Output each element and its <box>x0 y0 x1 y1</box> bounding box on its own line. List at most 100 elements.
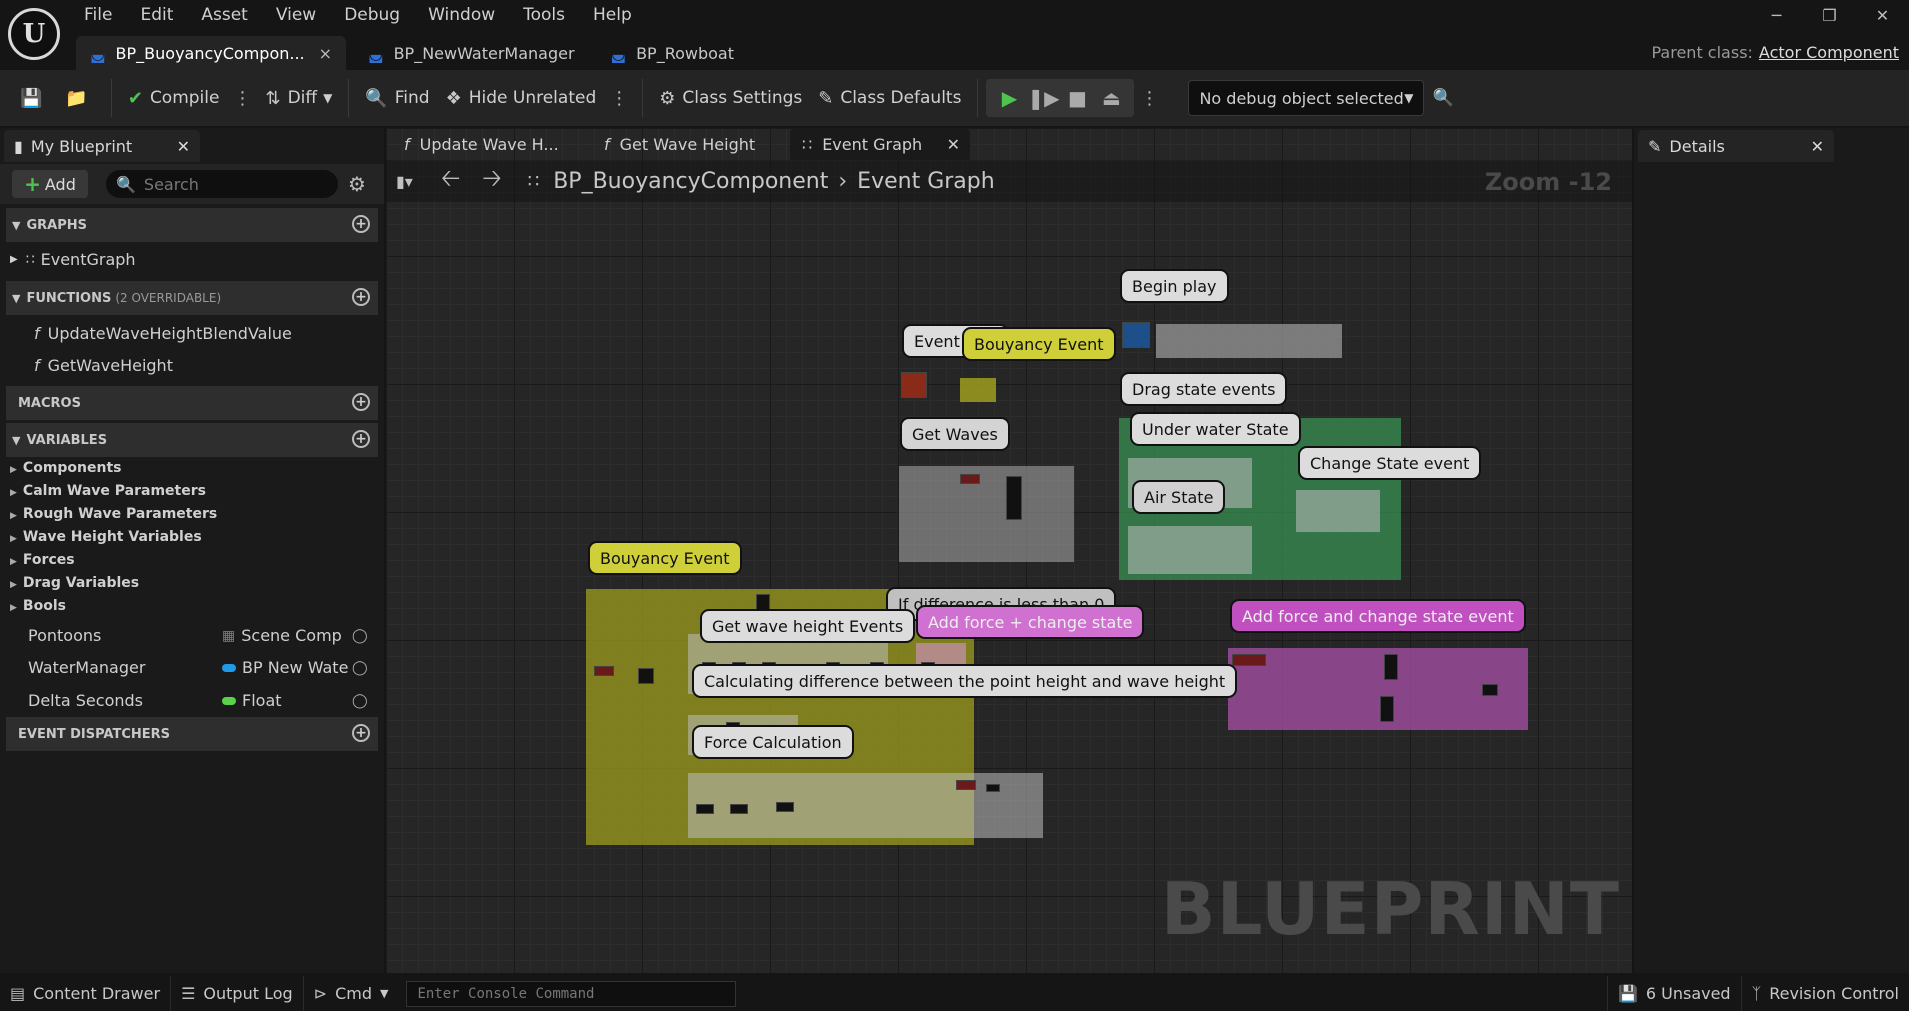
function-item[interactable]: f GetWaveHeight <box>34 356 173 375</box>
add-dispatcher-icon[interactable]: + <box>352 724 370 742</box>
section-variables[interactable]: ▼ VARIABLES + <box>6 423 378 457</box>
graph-node[interactable] <box>730 804 748 814</box>
forward-arrow-icon[interactable]: 🡢 <box>482 161 501 202</box>
bookmark-icon[interactable]: ▮▾ <box>396 172 413 191</box>
add-macro-icon[interactable]: + <box>352 393 370 411</box>
content-drawer-button[interactable]: ▤ Content Drawer <box>0 976 172 1011</box>
visibility-eye-icon[interactable]: ◯ <box>352 693 368 709</box>
graph-item-eventgraph[interactable]: ▶ ∷ EventGraph <box>10 250 136 269</box>
graph-node[interactable] <box>1482 684 1498 696</box>
comment-label-under-water[interactable]: Under water State <box>1130 412 1301 446</box>
close-icon[interactable]: ✕ <box>1856 6 1909 25</box>
breadcrumb-blueprint[interactable]: BP_BuoyancyComponent <box>553 169 828 194</box>
diff-button[interactable]: ⇅ Diff ▼ <box>257 78 340 118</box>
hide-unrelated-button[interactable]: ❖ Hide Unrelated <box>438 78 605 118</box>
variable-category[interactable]: Bools <box>10 598 66 614</box>
variable-type[interactable]: BP New Wate <box>222 658 348 677</box>
comment-label-get-wave-height[interactable]: Get wave height Events <box>700 609 916 643</box>
comment-label-air-state[interactable]: Air State <box>1132 480 1226 514</box>
visibility-eye-icon[interactable]: ◯ <box>352 660 368 676</box>
variable-category[interactable]: Calm Wave Parameters <box>10 483 206 499</box>
graph-node[interactable] <box>960 474 980 484</box>
compile-button[interactable]: ✔ Compile <box>120 78 228 118</box>
stop-icon[interactable]: ■ <box>1060 86 1094 110</box>
comment-label-begin-play[interactable]: Begin play <box>1120 269 1229 303</box>
bouyancy-small-box[interactable] <box>960 378 996 402</box>
minimize-icon[interactable]: ─ <box>1750 6 1803 25</box>
back-arrow-icon[interactable]: 🡠 <box>441 161 460 202</box>
air-state-box[interactable] <box>1128 526 1252 574</box>
compile-options-icon[interactable]: ⋮ <box>227 88 257 109</box>
graph-node[interactable] <box>696 804 714 814</box>
section-graphs[interactable]: ▼ GRAPHS + <box>6 208 378 242</box>
find-button[interactable]: 🔍 Find <box>357 78 437 118</box>
section-functions[interactable]: ▼ FUNCTIONS (2 OVERRIDABLE) + <box>6 281 378 315</box>
menu-window[interactable]: Window <box>414 2 509 28</box>
variable-name[interactable]: Pontoons <box>28 626 101 645</box>
cmd-select[interactable]: ⊳ Cmd ▼ <box>304 976 399 1011</box>
visibility-eye-icon[interactable]: ◯ <box>352 628 368 644</box>
step-icon[interactable]: ❚▶ <box>1026 86 1060 110</box>
comment-label-bouyancy-event[interactable]: Bouyancy Event <box>588 541 742 575</box>
add-variable-icon[interactable]: + <box>352 430 370 448</box>
graph-node[interactable] <box>1232 654 1266 666</box>
event-tick-node[interactable] <box>901 372 927 398</box>
comment-label-add-force-change-state[interactable]: Add force and change state event <box>1230 599 1526 633</box>
close-icon[interactable]: ✕ <box>177 137 190 156</box>
class-settings-button[interactable]: ⚙ Class Settings <box>651 78 810 118</box>
variable-category[interactable]: Components <box>10 460 122 476</box>
tab-get-wave-height[interactable]: f Get Wave Height <box>592 128 767 160</box>
class-defaults-button[interactable]: ✎ Class Defaults <box>810 78 969 118</box>
console-input[interactable]: Enter Console Command <box>406 980 737 1007</box>
close-icon[interactable]: ✕ <box>947 135 960 154</box>
graph-node[interactable] <box>776 802 794 812</box>
variable-name[interactable]: WaterManager <box>28 658 145 677</box>
comment-label-get-waves[interactable]: Get Waves <box>900 417 1010 451</box>
graph-node[interactable] <box>638 668 654 684</box>
tab-my-blueprint[interactable]: ▮ My Blueprint ✕ <box>4 130 200 162</box>
graph-node[interactable] <box>1384 654 1398 680</box>
debug-filter-icon[interactable]: 🔍 <box>1424 78 1461 118</box>
tab-bp-rowboat[interactable]: ◛ BP_Rowboat <box>597 36 748 70</box>
graph-node[interactable] <box>1380 696 1394 722</box>
begin-play-node[interactable] <box>1122 322 1150 348</box>
tab-update-wave-height[interactable]: f Update Wave H... <box>392 128 571 160</box>
variable-type[interactable]: Float <box>222 691 282 710</box>
comment-label-drag-state[interactable]: Drag state events <box>1120 372 1288 406</box>
comment-label-change-state[interactable]: Change State event <box>1298 446 1482 480</box>
restore-icon[interactable]: ❐ <box>1803 6 1856 25</box>
unreal-logo-icon[interactable]: U <box>8 8 60 60</box>
debug-object-select[interactable]: No debug object selected ▼ <box>1188 80 1425 116</box>
add-button[interactable]: + Add <box>12 170 88 198</box>
add-graph-icon[interactable]: + <box>352 215 370 233</box>
begin-play-comment-box[interactable] <box>1156 324 1342 358</box>
close-icon[interactable]: ✕ <box>1811 137 1824 156</box>
menu-file[interactable]: File <box>70 2 126 28</box>
tab-bp-new-water-manager[interactable]: ◛ BP_NewWaterManager <box>354 36 588 70</box>
variable-category[interactable]: Drag Variables <box>10 575 139 591</box>
output-log-button[interactable]: ☰ Output Log <box>171 976 304 1011</box>
comment-label-bouyancy-event-top[interactable]: Bouyancy Event <box>962 327 1116 361</box>
parent-class-link[interactable]: Actor Component <box>1759 43 1899 62</box>
graph-node[interactable] <box>986 784 1000 792</box>
section-event-dispatchers[interactable]: EVENT DISPATCHERS + <box>6 717 378 751</box>
search-input[interactable]: 🔍 Search <box>106 170 338 198</box>
close-tab-icon[interactable]: × <box>319 44 332 63</box>
tab-details[interactable]: ✎ Details ✕ <box>1638 130 1834 162</box>
more-options-icon[interactable]: ⋮ <box>604 88 634 109</box>
eject-icon[interactable]: ⏏ <box>1094 86 1128 110</box>
event-node[interactable] <box>594 666 614 676</box>
play-icon[interactable]: ▶ <box>992 86 1026 110</box>
menu-help[interactable]: Help <box>579 2 646 28</box>
menu-asset[interactable]: Asset <box>187 2 261 28</box>
play-options-icon[interactable]: ⋮ <box>1134 88 1164 109</box>
variable-name[interactable]: Delta Seconds <box>28 691 143 710</box>
tab-event-graph[interactable]: ∷ Event Graph ✕ <box>790 128 970 160</box>
add-function-icon[interactable]: + <box>352 288 370 306</box>
variable-category[interactable]: Rough Wave Parameters <box>10 506 217 522</box>
browse-button[interactable]: 📁 <box>57 78 102 118</box>
section-macros[interactable]: MACROS + <box>6 386 378 420</box>
menu-view[interactable]: View <box>262 2 330 28</box>
unsaved-button[interactable]: 💾 6 Unsaved <box>1606 976 1742 1011</box>
variable-type[interactable]: ▦ Scene Comp <box>222 626 342 645</box>
